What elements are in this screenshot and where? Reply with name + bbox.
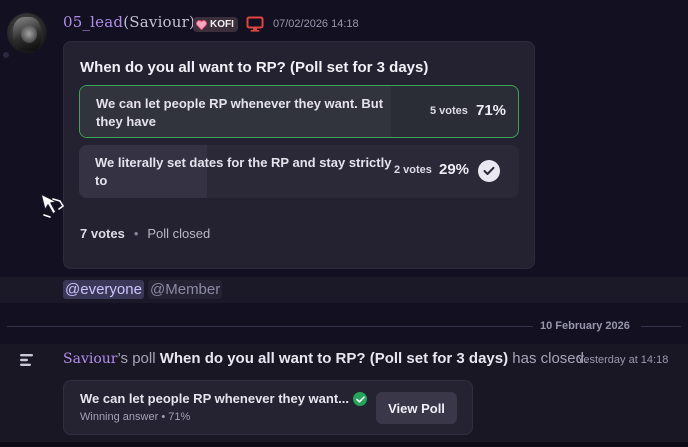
avatar[interactable] (7, 13, 47, 53)
poll-bars-icon (20, 354, 33, 366)
separator-dot: • (133, 226, 139, 241)
message-author[interactable]: 05_lead(Saviour) (63, 13, 195, 31)
author-nickname: (Saviour) (123, 13, 196, 31)
poll-option-votes: 2 votes (394, 164, 432, 176)
poll-footer: 7 votes • Poll closed (80, 226, 210, 241)
poll-owner-name[interactable]: Saviour (63, 351, 117, 367)
poll-option-percent: 71% (476, 102, 507, 119)
poll-option-text: We can let people RP whenever they want.… (96, 96, 384, 129)
heart-icon (196, 19, 207, 30)
poll-option-votes: 5 votes (430, 105, 468, 117)
poll-result-text: Saviour’s poll When do you all want to R… (63, 350, 588, 367)
poll-option-percent: 29% (439, 161, 470, 178)
status-dot (3, 52, 9, 58)
monitor-icon (246, 16, 264, 32)
bottom-strip (0, 442, 688, 447)
mention-everyone[interactable]: @everyone (63, 280, 144, 299)
winning-answer-label: Winning answer • 71% (80, 411, 191, 423)
poll-total-votes[interactable]: 7 votes (80, 226, 125, 241)
poll-option-winner[interactable]: We can let people RP whenever they want.… (79, 85, 519, 138)
mention-member-role[interactable]: @Member (148, 280, 223, 299)
poll-status: Poll closed (147, 226, 211, 241)
message-timestamp: 07/02/2026 14:18 (273, 18, 359, 30)
poll-option-text: We literally set dates for the RP and st… (95, 155, 392, 188)
view-poll-button[interactable]: View Poll (376, 392, 457, 424)
kofi-tag[interactable]: KOFI (193, 17, 238, 32)
mouse-cursor-icon (40, 193, 65, 218)
winning-answer-text: We can let people RP whenever they want.… (80, 391, 349, 406)
date-divider-line (641, 326, 681, 327)
date-divider-line (7, 326, 533, 327)
voted-check-icon (478, 160, 500, 182)
poll-question: When do you all want to RP? (Poll set fo… (80, 59, 429, 76)
winner-check-icon (353, 392, 367, 406)
poll-option[interactable]: We literally set dates for the RP and st… (79, 145, 519, 198)
tag-label: KOFI (210, 19, 234, 30)
poll-owner-suffix: ’s poll (117, 350, 156, 367)
date-divider-label: 10 February 2026 (540, 320, 630, 332)
result-timestamp: Yesterday at 14:18 (577, 354, 669, 366)
poll-result-question: When do you all want to RP? (Poll set fo… (159, 350, 509, 367)
author-name[interactable]: 05_lead (63, 13, 123, 31)
